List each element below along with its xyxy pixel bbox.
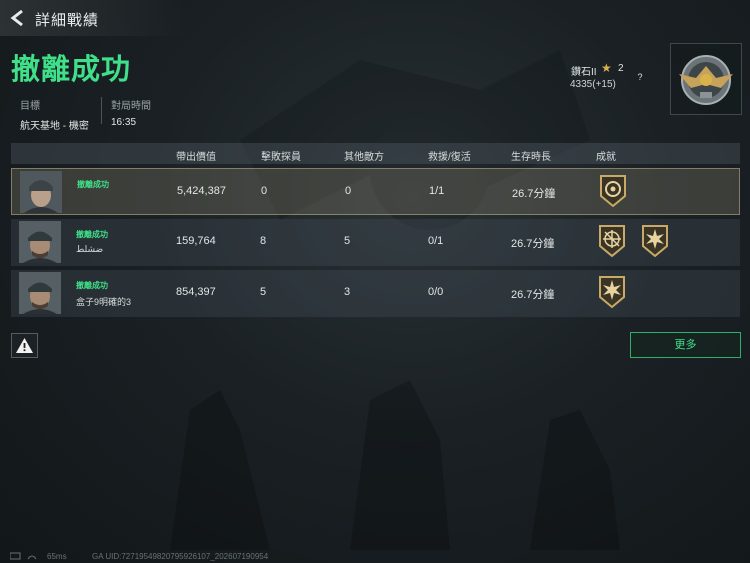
result-headline: 撤離成功 — [11, 54, 132, 86]
player-portrait-icon — [19, 272, 61, 314]
header-rescue: 救援/復活 — [428, 152, 471, 163]
avatar — [20, 171, 62, 213]
cell-rescue: 0/0 — [428, 286, 444, 298]
cell-rescue: 1/1 — [429, 185, 445, 197]
table-row[interactable]: 撤離成功 5,424,387 0 0 1/1 26.7分鐘 — [11, 168, 740, 215]
signal-icon — [9, 552, 37, 560]
burst-badge-icon[interactable] — [597, 275, 627, 309]
player-name: 盒子9明確的3 — [76, 297, 132, 307]
cell-time: 26.7分鐘 — [512, 188, 556, 200]
meta-target-value: 航天基地 - 機密 — [20, 121, 89, 132]
header-value: 帶出價值 — [176, 152, 216, 163]
cell-value: 854,397 — [176, 286, 216, 298]
back-arrow-icon[interactable] — [8, 8, 28, 28]
gear-badge-icon[interactable] — [598, 174, 628, 208]
cell-other: 3 — [344, 286, 351, 298]
table-row[interactable]: 撤離成功 ضشلط 159,764 8 5 0/1 26.7分鐘 — [11, 219, 740, 266]
crosshair-badge-icon[interactable] — [597, 224, 627, 258]
table-row[interactable]: 撤離成功 盒子9明確的3 854,397 5 3 0/0 26.7分鐘 — [11, 270, 740, 317]
cell-value: 5,424,387 — [177, 185, 226, 197]
status-footer: 65ms GA UID:7271954982079592​6107_202607… — [9, 552, 268, 563]
background-soldiers-art — [170, 380, 620, 550]
meta-target: 目標 航天基地 - 機密 — [20, 97, 89, 132]
row-status: 撤離成功 — [76, 281, 108, 290]
meta-target-label: 目標 — [20, 101, 40, 112]
star-icon: ★ — [601, 61, 612, 75]
burst-badge-icon[interactable] — [640, 224, 670, 258]
uid-text: GA UID:7271954982079592​6107_20260719095… — [92, 552, 269, 561]
cell-time: 26.7分鐘 — [511, 238, 555, 250]
meta-time-value: 16:35 — [111, 117, 137, 128]
eagle-emblem-icon — [679, 55, 733, 105]
cell-other: 5 — [344, 235, 351, 247]
header-survival-time: 生存時長 — [511, 152, 551, 163]
row-status: 撤離成功 — [77, 180, 109, 189]
cell-kills: 0 — [261, 185, 268, 197]
header-achievements: 成就 — [596, 152, 616, 163]
player-name: ضشلط — [76, 244, 104, 254]
cell-kills: 8 — [260, 235, 267, 247]
ping-text: 65ms — [47, 552, 67, 561]
row-status: 撤離成功 — [76, 230, 108, 239]
rank-level: 2 — [618, 63, 624, 74]
cell-value: 159,764 — [176, 235, 216, 247]
player-portrait-icon — [20, 171, 62, 213]
report-button[interactable] — [11, 333, 38, 358]
meta-divider — [101, 97, 102, 124]
cell-other: 0 — [345, 185, 352, 197]
rank-points: 4335(+15) — [570, 79, 616, 90]
meta-match-time: 對局時間 16:35 — [111, 97, 151, 128]
meta-time-label: 對局時間 — [111, 101, 151, 112]
more-button[interactable]: 更多 — [630, 332, 741, 358]
warning-icon — [16, 338, 33, 353]
help-icon[interactable]: ? — [634, 72, 646, 84]
avatar — [19, 272, 61, 314]
rank-emblem[interactable] — [670, 43, 742, 115]
rank-name: 鑽石II — [571, 67, 597, 78]
player-portrait-icon — [19, 221, 61, 263]
avatar — [19, 221, 61, 263]
cell-rescue: 0/1 — [428, 235, 444, 247]
page-title: 詳細戰績 — [35, 12, 100, 29]
cell-time: 26.7分鐘 — [511, 289, 555, 301]
cell-kills: 5 — [260, 286, 267, 298]
header-kills: 擊敗探員 — [261, 152, 301, 163]
header-other-enemies: 其他敵方 — [344, 152, 384, 163]
